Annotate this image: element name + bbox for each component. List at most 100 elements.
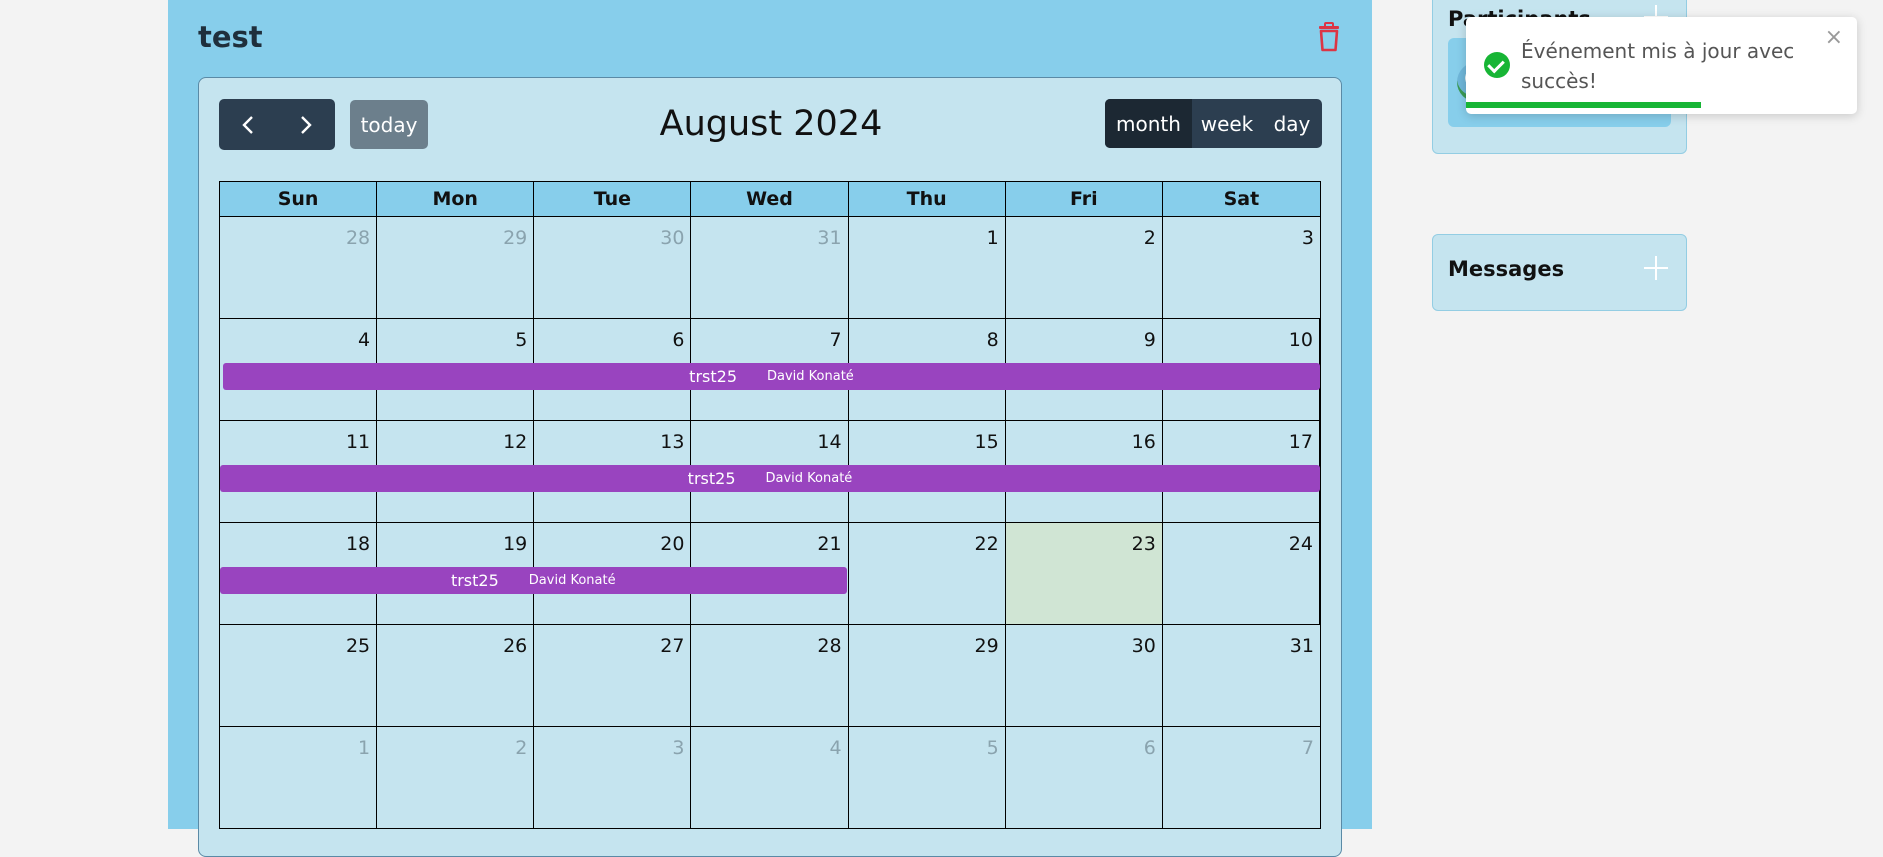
day-number[interactable]: 10 [1289, 329, 1313, 351]
day-number[interactable]: 25 [346, 635, 370, 657]
day-cell[interactable]: 29 [377, 217, 535, 318]
day-cell[interactable]: 25 [220, 625, 378, 726]
day-number[interactable]: 8 [987, 329, 999, 351]
toast-progress-bar [1466, 102, 1701, 108]
weekday-label: Tue [534, 182, 692, 216]
trash-icon[interactable] [1314, 22, 1344, 52]
day-number[interactable]: 20 [660, 533, 684, 555]
weekday-label: Mon [377, 182, 535, 216]
day-cell[interactable]: 5 [849, 727, 1006, 828]
day-number[interactable]: 13 [660, 431, 684, 453]
view-switcher: month week day [1105, 99, 1322, 148]
day-number[interactable]: 2 [1144, 227, 1156, 249]
day-cell[interactable]: 2 [377, 727, 535, 828]
day-number[interactable]: 31 [1290, 635, 1314, 657]
page-title: test [198, 20, 263, 54]
day-number[interactable]: 28 [817, 635, 841, 657]
day-cell[interactable]: 7 [1163, 727, 1320, 828]
day-number[interactable]: 29 [975, 635, 999, 657]
day-number[interactable]: 21 [817, 533, 841, 555]
day-number[interactable]: 4 [829, 737, 841, 759]
day-number[interactable]: 9 [1144, 329, 1156, 351]
day-cell[interactable]: 4 [691, 727, 849, 828]
day-number[interactable]: 24 [1289, 533, 1313, 555]
day-number[interactable]: 28 [346, 227, 370, 249]
prev-button[interactable] [219, 99, 277, 150]
day-number[interactable]: 15 [975, 431, 999, 453]
week-row: 25 26 27 28 29 30 31 [219, 625, 1321, 727]
day-number[interactable]: 7 [829, 329, 841, 351]
day-cell[interactable]: 28 [220, 217, 378, 318]
day-number[interactable]: 30 [1132, 635, 1156, 657]
day-number[interactable]: 18 [346, 533, 370, 555]
day-cell[interactable]: 28 [691, 625, 849, 726]
day-cell[interactable]: 30 [1006, 625, 1163, 726]
day-cell[interactable]: 31 [1163, 625, 1320, 726]
day-number[interactable]: 6 [1144, 737, 1156, 759]
day-cell[interactable]: 29 [849, 625, 1006, 726]
calendar-event[interactable]: trst25 David Konaté [220, 567, 847, 594]
day-cell[interactable]: 24 [1163, 523, 1320, 624]
day-number[interactable]: 30 [660, 227, 684, 249]
day-number[interactable]: 22 [975, 533, 999, 555]
day-number[interactable]: 16 [1132, 431, 1156, 453]
day-cell[interactable]: 30 [534, 217, 692, 318]
day-cell[interactable]: 3 [534, 727, 692, 828]
day-number[interactable]: 17 [1289, 431, 1313, 453]
day-cell[interactable]: 2 [1006, 217, 1163, 318]
chevron-left-icon [242, 115, 253, 134]
event-title: trst25 [450, 571, 499, 590]
day-number[interactable]: 3 [672, 737, 684, 759]
add-message-icon[interactable] [1644, 256, 1668, 280]
day-number[interactable]: 23 [1132, 533, 1156, 555]
day-number[interactable]: 4 [358, 329, 370, 351]
weekday-label: Wed [691, 182, 849, 216]
weekday-label: Sat [1223, 188, 1260, 210]
check-circle-icon [1484, 52, 1510, 78]
event-title: trst25 [689, 367, 737, 386]
event-owner: David Konaté [765, 471, 853, 486]
day-number[interactable]: 12 [503, 431, 527, 453]
week-row: 1 2 3 4 5 6 7 [219, 727, 1321, 829]
day-number[interactable]: 14 [817, 431, 841, 453]
day-number[interactable]: 6 [672, 329, 684, 351]
day-cell[interactable]: 1 [849, 217, 1006, 318]
day-number[interactable]: 5 [515, 329, 527, 351]
week-row: 28 29 30 31 1 2 3 [219, 217, 1321, 319]
day-number[interactable]: 19 [503, 533, 527, 555]
day-number[interactable]: 3 [1302, 227, 1314, 249]
day-number[interactable]: 1 [358, 737, 370, 759]
day-number[interactable]: 11 [346, 431, 370, 453]
view-day-button[interactable]: day [1262, 99, 1322, 148]
day-cell[interactable]: 31 [691, 217, 849, 318]
close-icon[interactable]: × [1825, 25, 1843, 50]
chevron-right-icon [301, 115, 312, 134]
next-button[interactable] [277, 99, 335, 150]
calendar-event[interactable]: trst25 David Konaté [220, 465, 1320, 492]
day-cell[interactable]: 26 [377, 625, 535, 726]
day-number[interactable]: 2 [515, 737, 527, 759]
event-title: trst25 [687, 469, 736, 488]
day-number[interactable]: 5 [987, 737, 999, 759]
weekday-header: Sun Mon Tue Wed Thu Fri Sat [219, 181, 1321, 217]
day-cell[interactable]: 22 [849, 523, 1006, 624]
day-number[interactable]: 31 [817, 227, 841, 249]
event-owner: David Konaté [767, 369, 854, 384]
view-week-button[interactable]: week [1192, 99, 1262, 148]
view-month-button[interactable]: month [1105, 99, 1192, 148]
day-cell[interactable]: 27 [534, 625, 692, 726]
today-button[interactable]: today [350, 100, 428, 149]
day-number[interactable]: 29 [503, 227, 527, 249]
nav-button-group [219, 99, 335, 150]
success-toast: Événement mis à jour avec succès! × [1466, 17, 1857, 114]
day-cell[interactable]: 1 [220, 727, 378, 828]
day-number[interactable]: 7 [1302, 737, 1314, 759]
weekday-label: Sun [220, 182, 378, 216]
calendar-event[interactable]: trst25 David Konaté [223, 363, 1320, 390]
day-cell[interactable]: 6 [1006, 727, 1163, 828]
day-number[interactable]: 1 [987, 227, 999, 249]
day-number[interactable]: 26 [503, 635, 527, 657]
day-number[interactable]: 27 [660, 635, 684, 657]
day-cell-today[interactable]: 23 [1005, 523, 1163, 624]
day-cell[interactable]: 3 [1163, 217, 1320, 318]
